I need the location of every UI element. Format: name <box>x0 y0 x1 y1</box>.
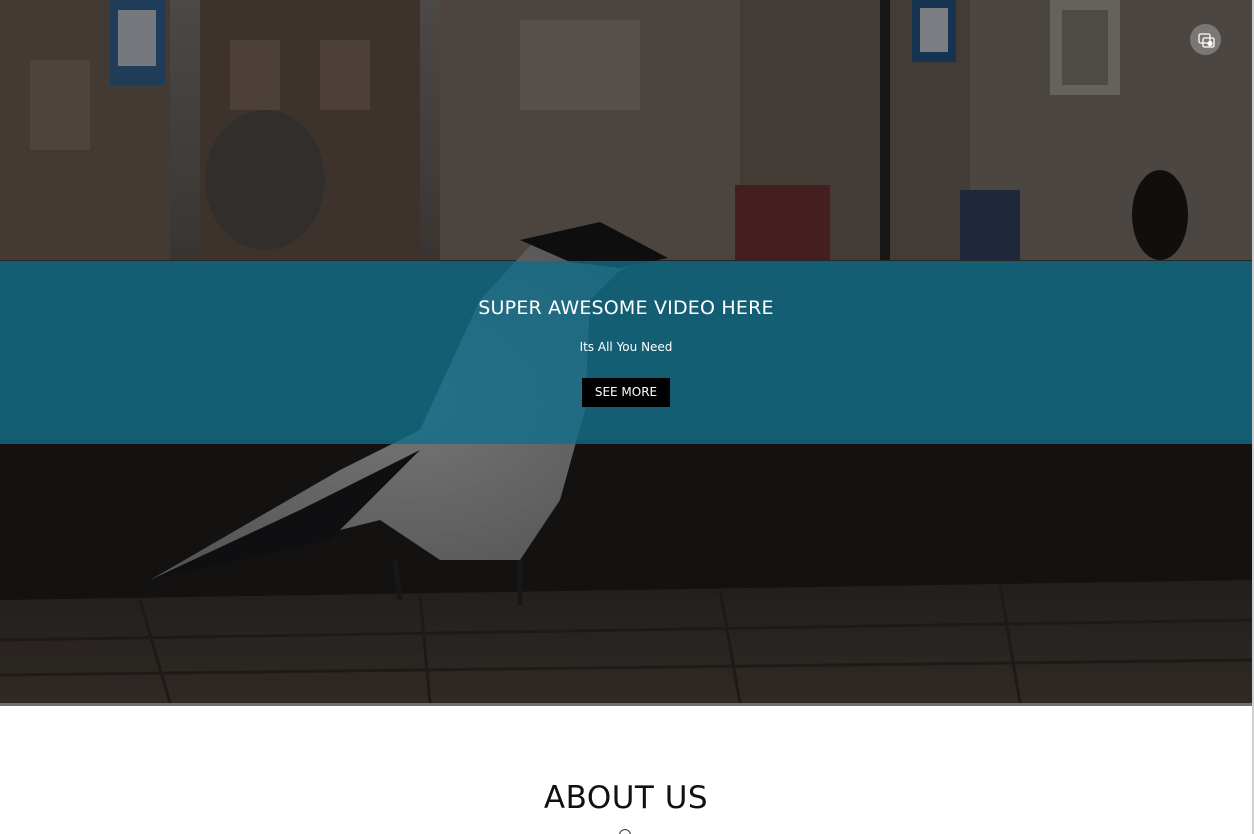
hero-video-section: SUPER AWESOME VIDEO HERE Its All You Nee… <box>0 0 1252 703</box>
section-divider <box>0 703 1252 706</box>
hero-subtitle: Its All You Need <box>579 340 673 354</box>
circle-icon <box>619 829 631 834</box>
about-title: ABOUT US <box>543 780 709 816</box>
hero-banner: SUPER AWESOME VIDEO HERE Its All You Nee… <box>0 261 1252 444</box>
picture-in-picture-button[interactable] <box>1190 24 1221 55</box>
picture-in-picture-icon <box>1197 32 1215 48</box>
see-more-button[interactable]: SEE MORE <box>582 378 670 407</box>
page: SUPER AWESOME VIDEO HERE Its All You Nee… <box>0 0 1254 834</box>
hero-title: SUPER AWESOME VIDEO HERE <box>478 297 774 319</box>
